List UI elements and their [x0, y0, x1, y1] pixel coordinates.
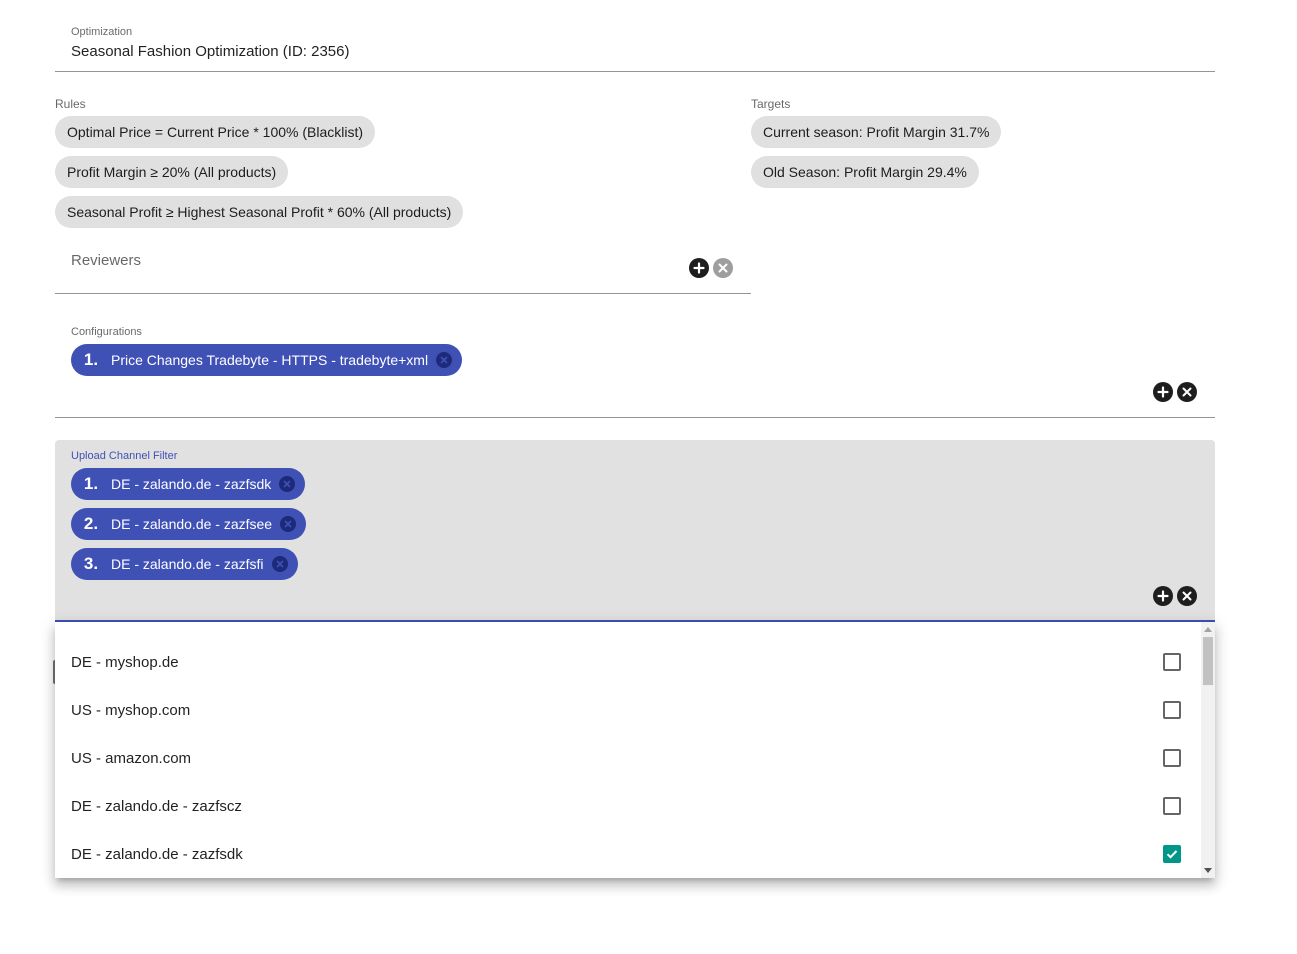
option-checkbox[interactable]	[1163, 653, 1181, 671]
chip-remove-icon[interactable]	[279, 476, 296, 492]
configurations-add-icon[interactable]	[1153, 382, 1173, 402]
option-label: DE - zalando.de - zazfsdk	[71, 845, 243, 863]
upload-channel-filter-field[interactable]: Upload Channel Filter 1. DE - zalando.de…	[55, 440, 1215, 622]
dropdown-option[interactable]: DE - zalando.de - zazfscz	[55, 782, 1201, 830]
configuration-chip[interactable]: 1. Price Changes Tradebyte - HTTPS - tra…	[71, 344, 463, 376]
upload-channel-chip[interactable]: 2. DE - zalando.de - zazfsee	[71, 508, 307, 540]
chip-number: 1.	[83, 350, 99, 369]
upload-channel-dropdown[interactable]: DE - myshop.de US - myshop.com US - amaz…	[55, 622, 1215, 878]
scroll-up-arrow-icon[interactable]	[1204, 627, 1212, 632]
rule-chip[interactable]: Profit Margin ≥ 20% (All products)	[55, 156, 289, 188]
targets-label: Targets	[751, 97, 791, 111]
check-icon	[1166, 850, 1178, 859]
scroll-thumb[interactable]	[1203, 637, 1213, 685]
upload-channel-add-icon[interactable]	[1153, 586, 1173, 606]
reviewers-clear-icon[interactable]	[713, 258, 733, 278]
chip-label: DE - zalando.de - zazfsfi	[111, 556, 264, 572]
chip-remove-icon[interactable]	[436, 352, 453, 368]
upload-channel-chip[interactable]: 3. DE - zalando.de - zazfsfi	[71, 548, 298, 580]
option-checkbox[interactable]	[1163, 749, 1181, 767]
optimization-label: Optimization	[71, 26, 133, 38]
dropdown-option[interactable]: US - myshop.com	[55, 686, 1201, 734]
optimization-input[interactable]: Seasonal Fashion Optimization (ID: 2356)	[71, 43, 349, 60]
rule-chip[interactable]: Optimal Price = Current Price * 100% (Bl…	[55, 116, 376, 148]
option-checkbox[interactable]	[1163, 797, 1181, 815]
optimization-underline	[55, 71, 1215, 72]
chip-remove-icon[interactable]	[280, 516, 297, 532]
upload-channel-chip[interactable]: 1. DE - zalando.de - zazfsdk	[71, 468, 306, 500]
dropdown-option[interactable]: DE - myshop.de	[55, 638, 1201, 686]
chip-remove-icon[interactable]	[271, 556, 288, 572]
dropdown-option[interactable]: US - amazon.com	[55, 734, 1201, 782]
chip-label: DE - zalando.de - zazfsee	[111, 516, 273, 532]
target-chip[interactable]: Current season: Profit Margin 31.7%	[751, 116, 1002, 148]
chip-label: Price Changes Tradebyte - HTTPS - tradeb…	[111, 352, 429, 368]
reviewers-label: Reviewers	[71, 252, 142, 269]
upload-channel-filter-label: Upload Channel Filter	[71, 450, 178, 462]
dropdown-option[interactable]: DE - zalando.de - zazfsdk	[55, 830, 1201, 878]
reviewers-add-icon[interactable]	[689, 258, 709, 278]
chip-number: 1.	[83, 474, 99, 493]
option-label: DE - zalando.de - zazfscz	[71, 797, 242, 815]
configurations-underline	[55, 417, 1215, 418]
dropdown-scrollbar[interactable]	[1201, 622, 1215, 878]
chip-number: 2.	[83, 514, 99, 533]
configurations-label: Configurations	[71, 326, 142, 338]
rule-chip[interactable]: Seasonal Profit ≥ Highest Seasonal Profi…	[55, 196, 464, 228]
reviewers-underline	[55, 293, 751, 294]
chip-label: DE - zalando.de - zazfsdk	[111, 476, 272, 492]
scroll-down-arrow-icon[interactable]	[1204, 868, 1212, 873]
chip-number: 3.	[83, 554, 99, 573]
rules-label: Rules	[55, 97, 86, 111]
option-label: US - myshop.com	[71, 701, 191, 719]
option-label: US - amazon.com	[71, 749, 192, 767]
configurations-clear-icon[interactable]	[1177, 382, 1197, 402]
option-label: DE - myshop.de	[71, 653, 179, 671]
upload-channel-clear-icon[interactable]	[1177, 586, 1197, 606]
option-checkbox[interactable]	[1163, 701, 1181, 719]
option-checkbox-checked[interactable]	[1163, 845, 1181, 863]
target-chip[interactable]: Old Season: Profit Margin 29.4%	[751, 156, 979, 188]
